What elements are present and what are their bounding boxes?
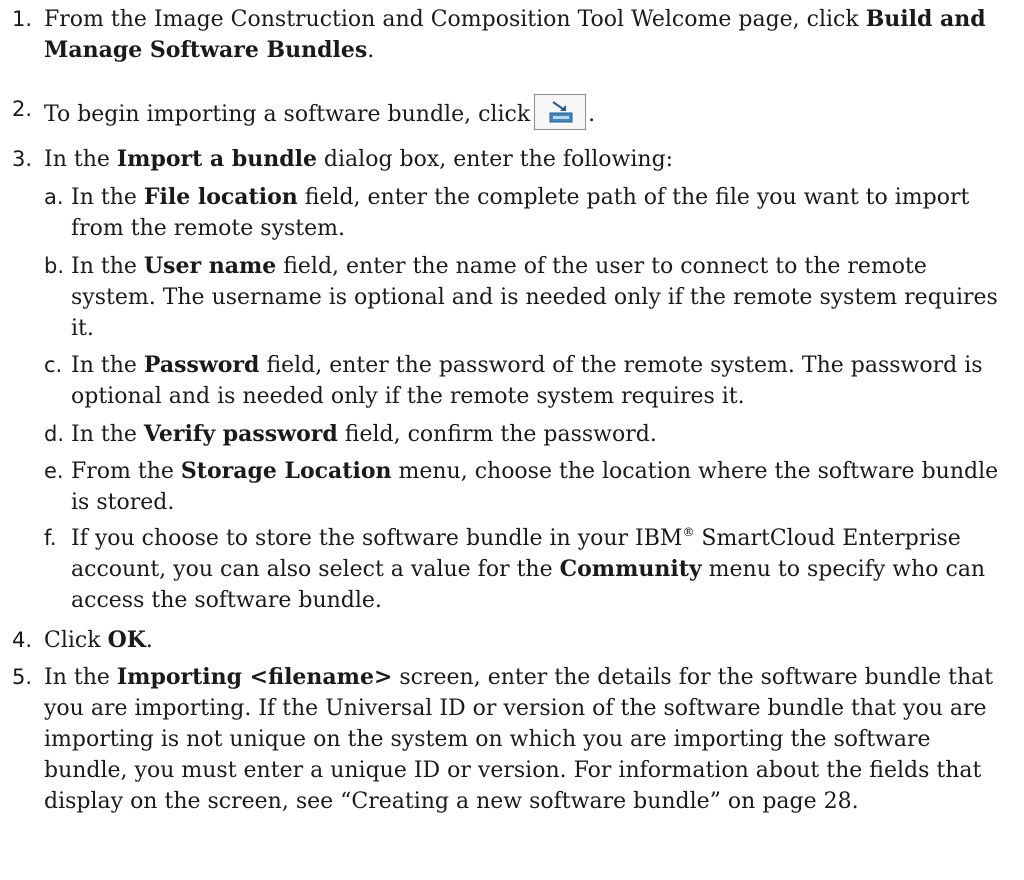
- step-text: Click OK.: [44, 627, 153, 653]
- ui-label-import-a-bundle: Import a bundle: [116, 146, 317, 172]
- ui-label-community: Community: [559, 556, 702, 582]
- substep-letter: e.: [44, 459, 64, 483]
- ui-label-storage-location: Storage Location: [180, 458, 392, 484]
- step-text: To begin importing a software bundle, cl…: [44, 94, 1014, 130]
- substep-letter: a.: [44, 185, 64, 209]
- step-number: 2.: [12, 97, 33, 121]
- substep-text: If you choose to store the software bund…: [71, 525, 986, 613]
- step-text: In the Importing <filename> screen, ente…: [44, 664, 994, 814]
- ui-label-importing-filename: Importing <filename>: [116, 664, 393, 690]
- substep-text: In the Verify password field, confirm th…: [71, 421, 657, 447]
- ui-label-password: Password: [143, 352, 260, 378]
- step-text: In the Import a bundle dialog box, enter…: [44, 146, 674, 172]
- substep-letter: d.: [44, 422, 65, 446]
- step-number: 5.: [12, 665, 33, 689]
- substep-letter: f.: [44, 526, 57, 550]
- substep-letter: b.: [44, 254, 65, 278]
- step-number: 3.: [12, 147, 33, 171]
- substep-letter: c.: [44, 353, 63, 377]
- ui-label-ok: OK: [107, 627, 146, 653]
- substep-text: In the Password field, enter the passwor…: [71, 352, 983, 409]
- substep-text: From the Storage Location menu, choose t…: [71, 458, 999, 515]
- substep-text: In the User name field, enter the name o…: [71, 253, 998, 341]
- substep-text: In the File location field, enter the co…: [71, 184, 970, 241]
- step-number: 4.: [12, 628, 33, 652]
- step-text: From the Image Construction and Composit…: [44, 6, 986, 63]
- step-number: 1.: [12, 7, 33, 31]
- import-bundle-icon: [534, 94, 587, 130]
- registered-mark: ®: [682, 525, 695, 539]
- ui-label-verify-password: Verify password: [143, 421, 338, 447]
- documentation-page: 1. From the Image Construction and Compo…: [0, 0, 1024, 880]
- ui-label-file-location: File location: [143, 184, 298, 210]
- ui-label-user-name: User name: [143, 253, 277, 279]
